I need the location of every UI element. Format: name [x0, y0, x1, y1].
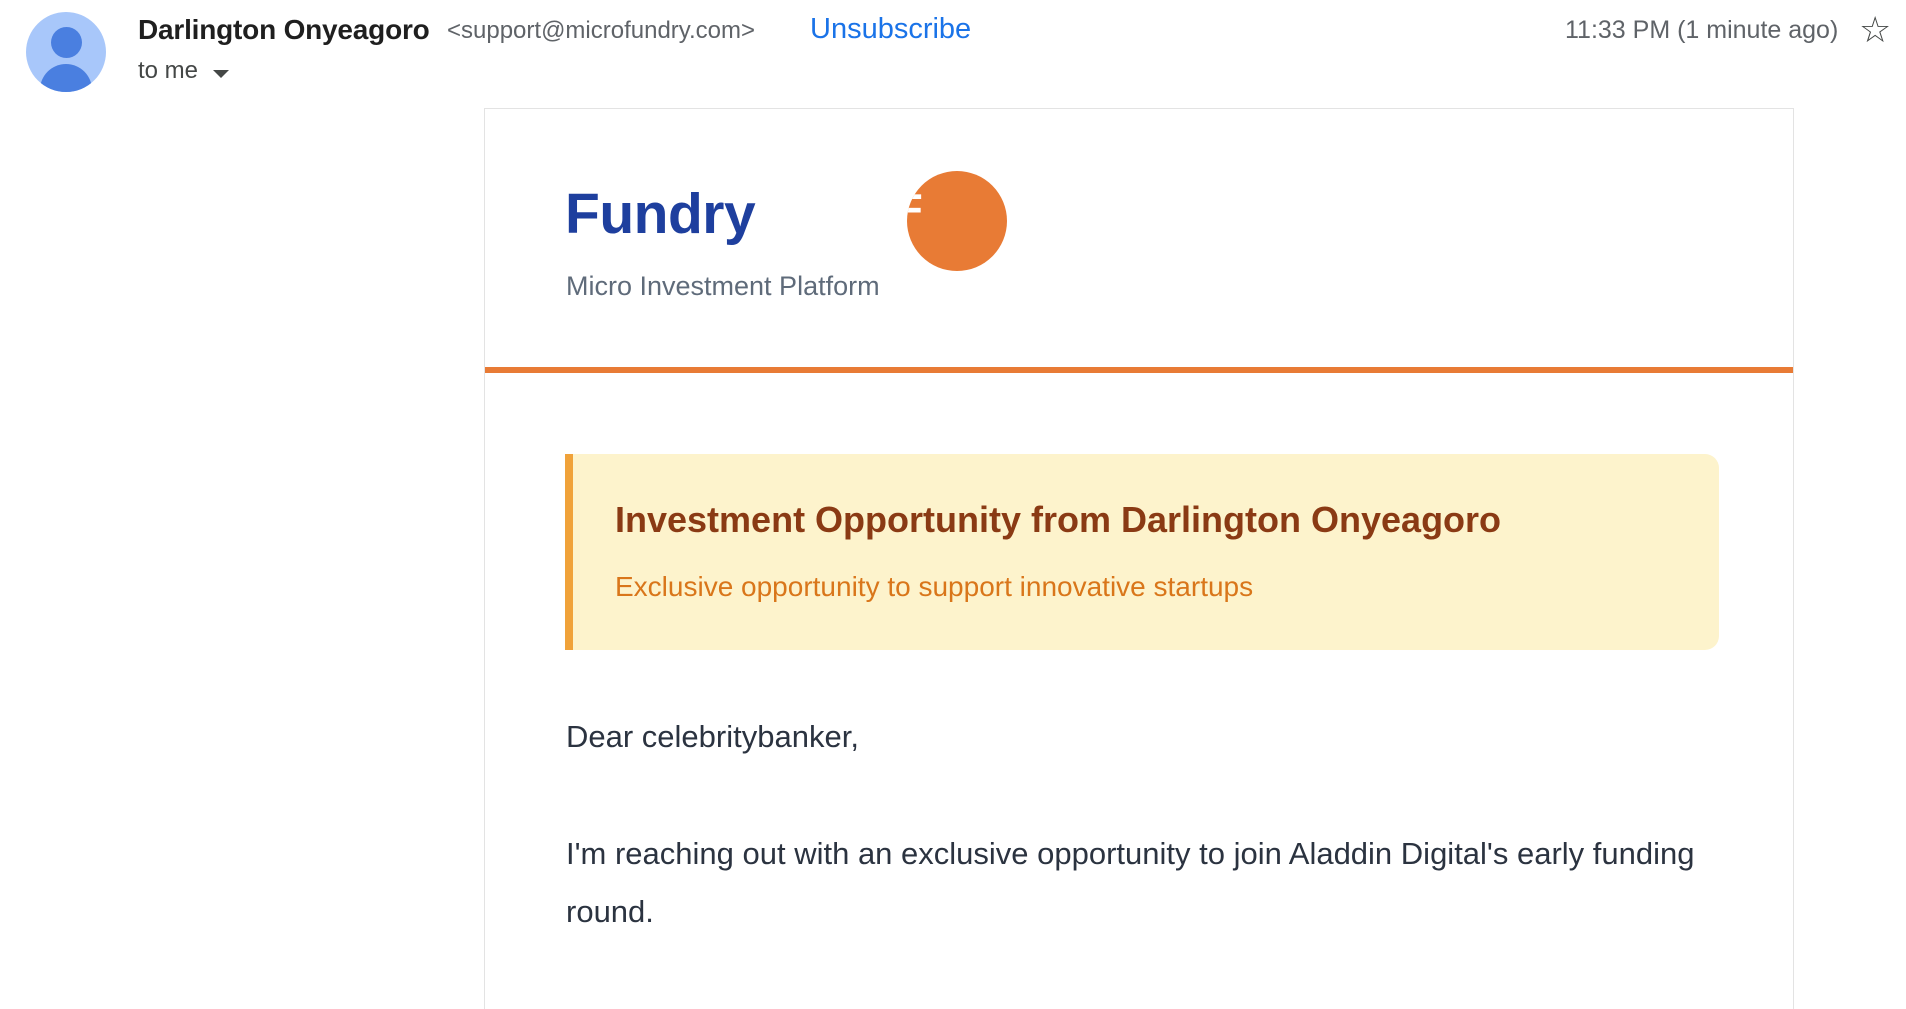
brand-tagline: Micro Investment Platform	[566, 271, 880, 301]
unsubscribe-link[interactable]: Unsubscribe	[810, 13, 971, 46]
header-divider	[485, 367, 1793, 373]
sender-name[interactable]: Darlington Onyeagoro	[138, 14, 430, 46]
brand-name: Fundry	[565, 182, 756, 246]
greeting: Dear celebritybanker,	[566, 719, 859, 754]
chevron-down-icon[interactable]	[213, 70, 229, 78]
body-paragraph: I'm reaching out with an exclusive oppor…	[566, 836, 1695, 929]
timestamp: 11:33 PM (1 minute ago)	[1565, 16, 1839, 44]
avatar-icon[interactable]	[26, 12, 106, 92]
logo-icon: F	[907, 171, 1007, 271]
sender-email: <support@microfundry.com>	[447, 17, 756, 44]
email-body-card: Fundry F Micro Investment Platform Inves…	[484, 108, 1794, 1009]
avatar-head	[51, 27, 82, 58]
avatar-body	[40, 64, 92, 92]
star-icon[interactable]: ☆	[1859, 12, 1891, 48]
logo-letter: F	[907, 185, 923, 232]
email-header: Darlington Onyeagoro <support@microfundr…	[0, 0, 1906, 110]
callout-subtitle: Exclusive opportunity to support innovat…	[615, 571, 1254, 602]
callout-title: Investment Opportunity from Darlington O…	[615, 499, 1502, 540]
recipient-label: to me	[138, 57, 199, 84]
callout-box: Investment Opportunity from Darlington O…	[565, 454, 1719, 650]
